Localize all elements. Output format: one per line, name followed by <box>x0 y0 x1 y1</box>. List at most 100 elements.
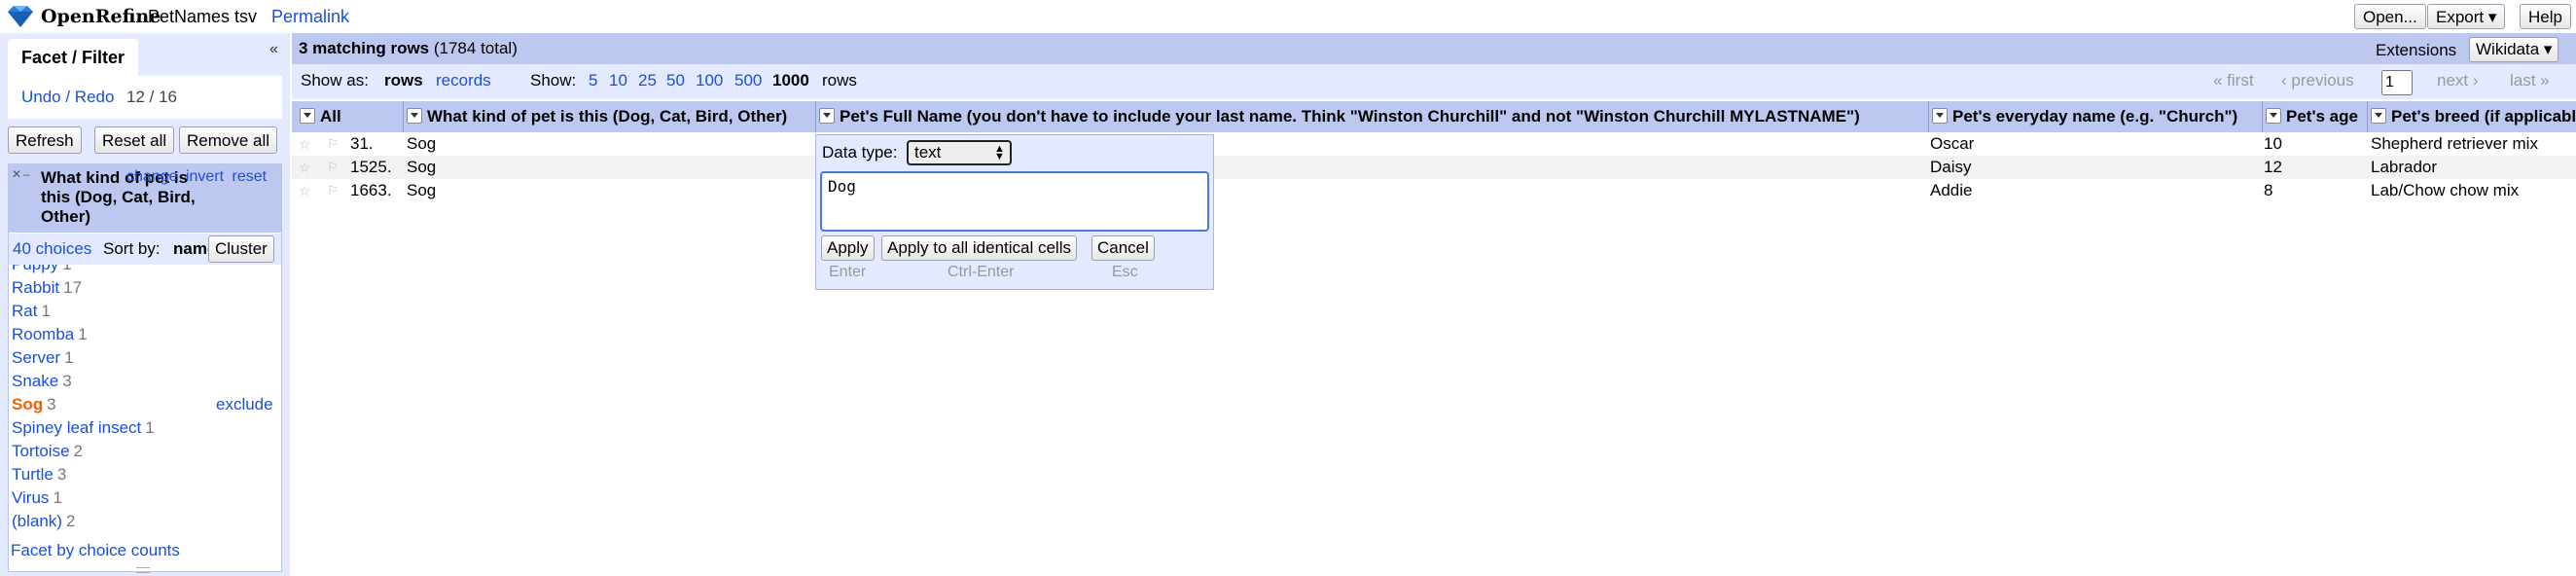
show-as-label: Show as: <box>301 71 369 90</box>
pager-previous-link[interactable]: ‹ previous <box>2281 71 2354 90</box>
resize-grip-icon[interactable] <box>136 567 150 573</box>
facet-reset-link[interactable]: reset <box>233 168 268 185</box>
page-size-50[interactable]: 50 <box>666 71 685 90</box>
facet-choice-item[interactable]: Rabbit 17 <box>12 278 82 302</box>
tab-facet-filter[interactable]: Facet / Filter <box>8 39 138 76</box>
permalink-link[interactable]: Permalink <box>271 7 349 27</box>
facet-choice-name[interactable]: Roomba <box>12 325 74 343</box>
facet-choice-name[interactable]: Server <box>12 348 60 367</box>
apply-to-all-button[interactable]: Apply to all identical cells <box>881 235 1077 261</box>
cell-value-textarea[interactable]: Dog <box>820 171 1209 232</box>
facet-change-link[interactable]: change <box>126 168 178 185</box>
cell-age[interactable]: 12 <box>2264 156 2282 179</box>
facet-choice-item[interactable]: Roomba 1 <box>12 325 88 348</box>
facet-choice-item[interactable]: Virus 1 <box>12 488 62 512</box>
choices-count[interactable]: 40 choices <box>13 239 91 259</box>
column-menu-icon[interactable] <box>2266 107 2281 124</box>
cell-everyday-name[interactable]: Addie <box>1930 179 1972 202</box>
row-index: 1525. <box>350 158 392 176</box>
facet-choice-item[interactable]: (blank) 2 <box>12 512 75 535</box>
show-as-records-link[interactable]: records <box>436 71 491 90</box>
page-size-10[interactable]: 10 <box>609 71 627 90</box>
facet-choice-item[interactable]: Sog 3 exclude <box>12 395 273 418</box>
star-icon[interactable]: ☆ <box>299 132 311 156</box>
column-header-full-name[interactable]: Pet's Full Name (you don't have to inclu… <box>819 103 1928 130</box>
apply-button[interactable]: Apply <box>821 235 875 261</box>
column-menu-icon[interactable] <box>1932 107 1948 124</box>
facet-choice-name[interactable]: Spiney leaf insect <box>12 418 141 437</box>
column-separator <box>2262 101 2263 132</box>
flag-icon[interactable]: ⚐ <box>327 179 339 202</box>
page-size-100[interactable]: 100 <box>696 71 723 90</box>
facet-choice-item[interactable]: Turtle 3 <box>12 465 66 488</box>
page-size-1000[interactable]: 1000 <box>772 71 809 90</box>
project-name[interactable]: PetNames tsv <box>148 7 257 27</box>
column-menu-icon[interactable] <box>300 107 315 124</box>
facet-choice-item[interactable]: Snake 3 <box>12 372 72 395</box>
cell-age[interactable]: 10 <box>2264 132 2282 156</box>
column-header-kind[interactable]: What kind of pet is this (Dog, Cat, Bird… <box>407 103 813 130</box>
column-header-everyday-name[interactable]: Pet's everyday name (e.g. "Church") <box>1932 103 2263 130</box>
cell-age[interactable]: 8 <box>2264 179 2272 202</box>
pager-first-link[interactable]: « first <box>2213 71 2254 90</box>
tab-undo-redo[interactable]: Undo / Redo <box>21 88 114 107</box>
star-icon[interactable]: ☆ <box>299 156 311 179</box>
cell-everyday-name[interactable]: Oscar <box>1930 132 1974 156</box>
pager-next-link[interactable]: next › <box>2437 71 2479 90</box>
column-menu-icon[interactable] <box>407 107 422 124</box>
facet-choice-name[interactable]: (blank) <box>12 512 62 530</box>
reset-all-button[interactable]: Reset all <box>94 126 175 154</box>
refresh-button[interactable]: Refresh <box>8 126 82 154</box>
cell-kind[interactable]: Sog <box>407 156 436 179</box>
facet-choice-item[interactable]: Spiney leaf insect 1 <box>12 418 155 442</box>
show-as-rows[interactable]: rows <box>384 71 423 90</box>
cluster-button[interactable]: Cluster <box>208 235 274 263</box>
column-header-breed[interactable]: Pet's breed (if applicable) <box>2371 103 2576 130</box>
facet-close-icon[interactable]: ✕ <box>12 167 21 181</box>
page-size-25[interactable]: 25 <box>638 71 657 90</box>
flag-icon[interactable]: ⚐ <box>327 132 339 156</box>
facet-choice-name[interactable]: Tortoise <box>12 442 70 460</box>
remove-all-button[interactable]: Remove all <box>179 126 278 154</box>
collapse-panel-icon[interactable]: « <box>269 41 278 58</box>
column-header-age[interactable]: Pet's age <box>2266 103 2371 130</box>
flag-icon[interactable]: ⚐ <box>327 156 339 179</box>
facet-choice-name[interactable]: Rat <box>12 302 37 320</box>
column-header-all[interactable]: All <box>300 103 397 130</box>
facet-choice-name[interactable]: Rabbit <box>12 278 59 297</box>
facet-exclude-link[interactable]: exclude <box>216 395 273 414</box>
facet-choice-name[interactable]: Puppy <box>12 265 58 273</box>
export-button[interactable]: Export ▾ <box>2427 4 2506 29</box>
cell-kind[interactable]: Sog <box>407 179 436 202</box>
facet-choice-item[interactable]: Puppy 1 <box>12 265 72 278</box>
cell-kind[interactable]: Sog <box>407 132 436 156</box>
cell-breed[interactable]: Shepherd retriever mix <box>2371 132 2538 156</box>
wikidata-button[interactable]: Wikidata ▾ <box>2469 37 2559 62</box>
page-number-input[interactable] <box>2381 70 2413 95</box>
cell-breed[interactable]: Lab/Chow chow mix <box>2371 179 2519 202</box>
facet-choice-count: 1 <box>41 302 51 320</box>
facet-choice-name[interactable]: Snake <box>12 372 58 390</box>
column-menu-icon[interactable] <box>2371 107 2386 124</box>
cell-breed[interactable]: Labrador <box>2371 156 2437 179</box>
facet-choice-name[interactable]: Virus <box>12 488 49 507</box>
sort-by-label: Sort by: <box>103 239 161 258</box>
pager-last-link[interactable]: last » <box>2510 71 2550 90</box>
help-button[interactable]: Help <box>2520 4 2571 29</box>
facet-choice-name[interactable]: Turtle <box>12 465 54 484</box>
facet-choice-item[interactable]: Tortoise 2 <box>12 442 83 465</box>
facet-choice-item[interactable]: Rat 1 <box>12 302 51 325</box>
facet-choice-name[interactable]: Sog <box>12 395 43 414</box>
facet-by-choice-counts-link[interactable]: Facet by choice counts <box>11 541 180 560</box>
facet-choice-item[interactable]: Server 1 <box>12 348 74 372</box>
open-button[interactable]: Open... <box>2354 4 2426 29</box>
cell-everyday-name[interactable]: Daisy <box>1930 156 1972 179</box>
facet-minimize-icon[interactable]: – <box>23 167 30 181</box>
cancel-button[interactable]: Cancel <box>1091 235 1155 261</box>
star-icon[interactable]: ☆ <box>299 179 311 202</box>
facet-invert-link[interactable]: invert <box>186 168 224 185</box>
page-size-5[interactable]: 5 <box>589 71 597 90</box>
show-label: Show: <box>530 71 577 90</box>
page-size-500[interactable]: 500 <box>734 71 762 90</box>
column-menu-icon[interactable] <box>819 107 835 124</box>
